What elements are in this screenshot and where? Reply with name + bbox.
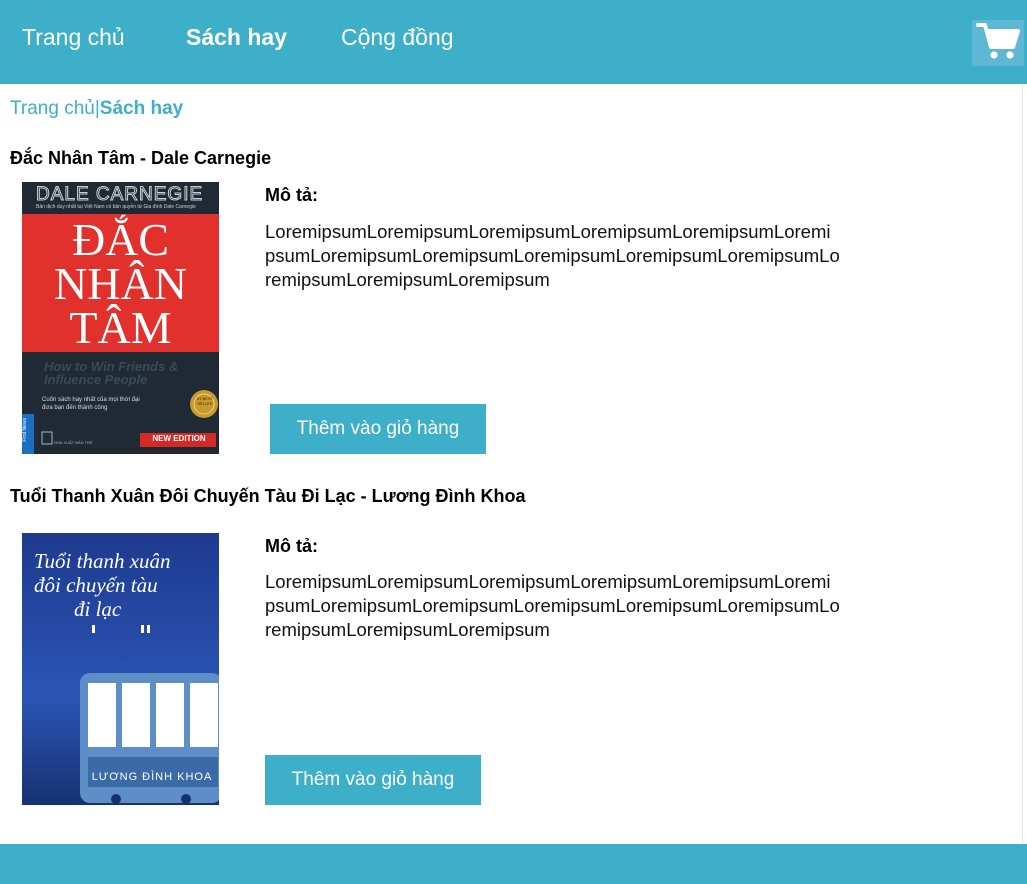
shopping-cart-icon <box>976 21 1020 66</box>
book-cover-dac-nhan-tam[interactable]: DALE CARNEGIE Bản dịch duy nhất tại Việt… <box>22 182 219 454</box>
cover-english-title: How to Win Friends & Influence People <box>44 359 179 387</box>
cover-title: Tuổi thanh xuân đôi chuyến tàu đi lạc <box>34 549 171 621</box>
description-label: Mô tả: <box>265 185 318 205</box>
cover-title: ĐẮC NHÂN TÂM <box>54 214 187 353</box>
book-title[interactable]: Tuổi Thanh Xuân Đôi Chuyến Tàu Đi Lạc - … <box>10 486 525 507</box>
cover-publisher: NHÀ XUẤT BẢN TRẺ <box>54 440 93 445</box>
add-to-cart-button[interactable]: Thêm vào giỏ hàng <box>270 404 486 454</box>
cover-bestseller-seal: #1 BEST SELLER <box>196 396 213 406</box>
book-cover-tuoi-thanh-xuan[interactable]: Tuổi thanh xuân đôi chuyến tàu đi lạc LƯ… <box>22 533 219 805</box>
book-title[interactable]: Đắc Nhân Tâm - Dale Carnegie <box>10 148 271 169</box>
description-text: LoremipsumLoremipsumLoremipsumLoremipsum… <box>265 571 840 640</box>
cover-author: LƯƠNG ĐÌNH KHOA <box>91 771 213 783</box>
breadcrumb: Trang chủ|Sách hay <box>10 98 183 120</box>
cover-spine-brand: First News <box>22 418 28 442</box>
cover-edition-badge: NEW EDITION <box>152 434 206 443</box>
cart-button[interactable] <box>972 20 1024 66</box>
nav-item-good-books[interactable]: Sách hay <box>186 24 287 51</box>
nav-item-community[interactable]: Cộng đồng <box>341 24 454 51</box>
description-label: Mô tả: <box>265 536 318 556</box>
top-nav-bar: Trang chủ Sách hay Cộng đồng <box>0 0 1027 84</box>
breadcrumb-current: Sách hay <box>99 98 184 119</box>
add-to-cart-button[interactable]: Thêm vào giỏ hàng <box>265 755 481 805</box>
description-text: LoremipsumLoremipsumLoremipsumLoremipsum… <box>265 221 840 290</box>
footer-bar <box>0 844 1027 884</box>
cover-small-note: Bản dịch duy nhất tại Việt Nam có bản qu… <box>36 204 196 210</box>
cover-tagline: Cuốn sách hay nhất của mọi thời đại đưa … <box>42 397 140 411</box>
nav-item-home[interactable]: Trang chủ <box>22 24 125 51</box>
breadcrumb-home-link[interactable]: Trang chủ <box>10 98 95 119</box>
cover-author: DALE CARNEGIE <box>35 184 204 206</box>
right-divider <box>1022 84 1023 844</box>
